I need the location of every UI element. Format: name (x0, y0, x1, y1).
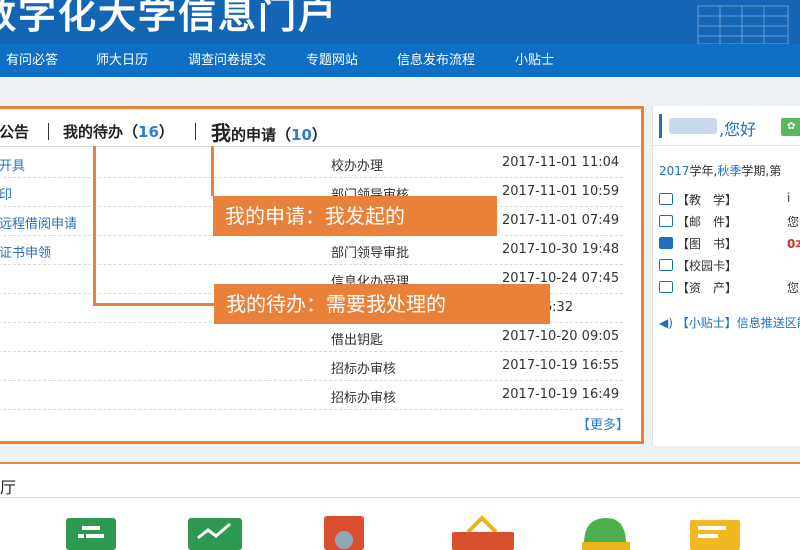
tab-todo-label: 我的待办（ (63, 123, 139, 141)
user-panel: ,您好 ✿ 2017学年,秋季学期,第 【教 学】 i 【邮 件】您 【图 书】 0… (652, 106, 800, 446)
user-header: ,您好 ✿ (653, 106, 800, 146)
todo-connector-line (93, 303, 217, 306)
helmet-icon[interactable] (580, 514, 630, 550)
info-value: 您 (787, 215, 800, 229)
nav-item-calendar[interactable]: 师大日历 (96, 44, 148, 77)
term-tail: 学期,第 (741, 164, 782, 178)
tab-my-applications[interactable]: 我的申请（10） (211, 117, 327, 146)
tab-apply-big-char: 我 (211, 121, 231, 145)
task-row[interactable]: 招标办审核 2017-10-19 16:55 (0, 352, 623, 381)
info-label: 【邮 件】 (677, 215, 738, 229)
term-year: 2017 (659, 164, 690, 178)
more-link[interactable]: 【更多】 (577, 414, 629, 433)
info-label: 【资 产】 (677, 281, 738, 295)
tab-separator (195, 123, 196, 140)
info-label: 【教 学】 (677, 193, 738, 207)
mail-icon[interactable] (688, 514, 744, 550)
tab-todo-count: 16 (138, 123, 159, 141)
tab-todo-close: ） (158, 123, 174, 141)
task-time: 2017-10-20 09:05 (502, 329, 620, 344)
mail-icon (659, 215, 673, 227)
apply-connector-line (211, 146, 214, 196)
info-value: i (787, 191, 791, 205)
nav-item-tips[interactable]: 小贴士 (515, 44, 554, 77)
task-time: 2017-11-01 07:49 (502, 213, 620, 228)
gear-icon: ✿ (787, 121, 796, 132)
tasks-panel: 公告 我的待办（16） 我的申请（10） 开具 校办办理 2017-11-01 11… (0, 106, 644, 444)
task-row[interactable]: 借出钥匙 2017-10-20 09:05 (0, 323, 623, 352)
tasks-tabs: 公告 我的待办（16） 我的申请（10） (0, 113, 641, 147)
tab-separator (48, 123, 49, 140)
tab-apply-label: 的申请（ (231, 126, 292, 144)
task-time: 2017-10-19 16:55 (502, 358, 620, 373)
info-campus-card[interactable]: 【校园卡】 (659, 257, 737, 277)
tab-my-todo[interactable]: 我的待办（16） (63, 121, 174, 142)
info-teaching[interactable]: 【教 学】 i (659, 191, 790, 211)
speaker-icon: ◀) (659, 316, 677, 330)
nav-item-topics[interactable]: 专题网站 (306, 44, 358, 77)
tab-apply-count: 10 (291, 126, 312, 144)
task-link[interactable]: 证书申领 (0, 242, 51, 261)
task-time: 2017-10-19 16:49 (502, 387, 620, 402)
tab-apply-close: ） (311, 126, 327, 144)
task-time: 2017-11-01 11:04 (502, 155, 620, 170)
form-icon[interactable] (64, 514, 120, 550)
task-status: 借出钥匙 (331, 333, 384, 348)
chart-icon[interactable] (186, 514, 246, 550)
nav-item-survey[interactable]: 调查问卷提交 (188, 44, 266, 77)
info-value: 0本 (787, 237, 800, 251)
portal-page: 数字化大学信息门户 有问必答 师大日历 调查问卷提交 专题网站 信息发布流程 小… (0, 0, 800, 550)
term-season: 秋季 (717, 164, 742, 178)
tip-notice[interactable]: ◀) 【小贴士】信息推送区能 (659, 314, 800, 333)
task-status: 招标办审核 (331, 391, 397, 406)
user-greeting: ,您好 (719, 120, 757, 139)
task-status: 部门领导审批 (331, 246, 410, 261)
card-icon (659, 259, 673, 271)
task-time: 2017-10-30 19:48 (502, 242, 620, 257)
book-search-icon[interactable] (322, 514, 368, 550)
tip-text: 【小贴士】信息推送区能 (676, 316, 800, 330)
user-name-redacted (669, 118, 717, 134)
task-time: 2017-11-01 10:59 (502, 184, 620, 199)
task-row[interactable]: 招标办审核 2017-10-19 16:49 (0, 381, 623, 410)
building-illustration-icon (697, 5, 789, 44)
term-mid: 学年, (689, 164, 718, 178)
task-link[interactable]: 开具 (0, 155, 25, 174)
header-banner: 数字化大学信息门户 (0, 0, 800, 44)
info-mail[interactable]: 【邮 件】 您 (659, 213, 799, 233)
nav-item-faq[interactable]: 有问必答 (6, 44, 58, 77)
accent-bar (659, 114, 662, 138)
info-library[interactable]: 【图 书】 0本 (659, 235, 800, 255)
service-hall-title: 厅 (0, 478, 17, 497)
term-info: 2017学年,秋季学期,第 (659, 162, 781, 179)
todo-connector-line (93, 146, 96, 306)
book-icon (659, 237, 673, 249)
tab-notice[interactable]: 公告 (0, 121, 29, 142)
info-assets[interactable]: 【资 产】 您 (659, 279, 799, 299)
task-link[interactable]: 远程借阅申请 (0, 213, 77, 232)
service-hall-header: 厅 (0, 462, 800, 498)
apply-callout: 我的申请：我发起的 (213, 196, 497, 236)
task-status: 招标办审核 (331, 362, 397, 377)
calendar-icon (659, 193, 673, 205)
service-hall: 厅 (0, 462, 800, 550)
nav-item-publish-process[interactable]: 信息发布流程 (397, 44, 475, 77)
portal-title: 数字化大学信息门户 (0, 0, 339, 37)
info-label: 【校园卡】 (677, 259, 738, 273)
monitor-icon (659, 281, 673, 293)
task-link[interactable]: 印 (0, 184, 12, 203)
basket-icon[interactable] (450, 514, 516, 550)
settings-button[interactable]: ✿ (781, 118, 800, 136)
task-status: 校办办理 (331, 159, 384, 174)
info-label: 【图 书】 (677, 237, 738, 251)
todo-callout: 我的待办：需要我处理的 (214, 284, 550, 324)
info-value: 您 (787, 281, 800, 295)
main-nav: 有问必答 师大日历 调查问卷提交 专题网站 信息发布流程 小贴士 (0, 44, 800, 77)
